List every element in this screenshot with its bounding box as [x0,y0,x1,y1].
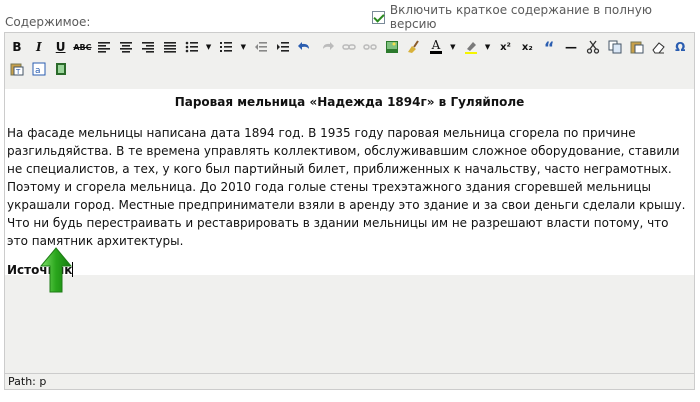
copy-icon [608,40,622,54]
undo-icon [297,42,309,50]
paste-text-button[interactable]: T [7,59,27,79]
strikethrough-button[interactable]: ABC [73,37,93,57]
subscript-button[interactable]: x₂ [517,37,537,57]
remove-format-button[interactable] [648,37,668,57]
film-icon [56,63,66,75]
eraser-icon [652,42,666,54]
italic-button[interactable]: I [29,37,49,57]
indent-icon [277,42,290,52]
scissors-icon [586,40,600,54]
align-center-icon [120,42,133,53]
paste-text-icon: T [10,63,24,76]
paste-word-icon: a [32,62,46,76]
copy-button[interactable] [605,37,625,57]
editor-content-area[interactable]: Паровая мельница «Надежда 1894г» в Гуляй… [5,89,694,277]
align-left-button[interactable] [94,37,114,57]
broom-icon [408,40,419,53]
blockquote-button[interactable]: “ [539,37,559,57]
chevron-down-icon: ▼ [484,43,491,51]
svg-text:T: T [15,68,21,76]
highlight-dropdown[interactable]: ▼ [483,37,493,57]
paste-word-button[interactable]: a [29,59,49,79]
rich-text-editor: B I U ABC ▼ ▼ A ▼ ▼ x² x₂ “ — Ω T a Паро… [4,32,695,390]
paste-icon [630,41,644,54]
editor-toolbar: B I U ABC ▼ ▼ A ▼ ▼ x² x₂ “ — Ω T a [5,33,694,89]
paste-button[interactable] [627,37,647,57]
numbered-list-button[interactable] [217,37,237,57]
document-title: Паровая мельница «Надежда 1894г» в Гуляй… [174,95,525,109]
bullet-list-dropdown[interactable]: ▼ [204,37,214,57]
undo-button[interactable] [295,37,315,57]
image-icon [386,41,399,53]
unlink-icon [363,44,378,50]
horizontal-rule-button[interactable]: — [561,37,581,57]
chevron-down-icon: ▼ [205,43,212,51]
font-color-swatch [429,51,442,54]
align-center-button[interactable] [116,37,136,57]
svg-text:a: a [35,66,41,76]
include-summary-label: Включить краткое содержание в полную вер… [389,3,652,31]
chevron-down-icon: ▼ [450,43,456,51]
redo-icon [322,42,334,50]
indent-button[interactable] [273,37,293,57]
document-body: На фасаде мельницы написана дата 1894 го… [7,126,686,248]
editor-status-path: Path: p [5,373,694,389]
bullet-list-icon [185,41,198,53]
unlink-button[interactable] [361,37,381,57]
numbered-list-icon [220,42,233,52]
font-color-dropdown[interactable]: ▼ [448,37,458,57]
chevron-down-icon: ▼ [240,43,247,51]
special-char-button[interactable]: Ω [670,37,690,57]
source-line: Источник [7,262,692,277]
align-justify-button[interactable] [160,37,180,57]
include-summary-checkbox[interactable] [372,10,385,24]
link-button[interactable] [339,37,359,57]
cut-button[interactable] [583,37,603,57]
toolbar-row-2: T a [7,58,692,80]
font-color-button[interactable]: A [426,37,446,57]
link-icon [341,44,356,50]
media-button[interactable] [51,59,71,79]
numbered-list-dropdown[interactable]: ▼ [238,37,248,57]
align-left-icon [98,42,111,53]
underline-button[interactable]: U [51,37,71,57]
align-justify-icon [163,42,176,53]
toolbar-row-1: B I U ABC ▼ ▼ A ▼ ▼ x² x₂ “ — Ω [7,36,692,58]
include-summary-option[interactable]: Включить краткое содержание в полную вер… [372,3,700,31]
arrow-up-icon [39,246,73,298]
image-button[interactable] [382,37,402,57]
bullet-list-button[interactable] [182,37,202,57]
content-field-label: Содержимое: [5,15,91,29]
redo-button[interactable] [317,37,337,57]
outdent-button[interactable] [251,37,271,57]
bold-button[interactable]: B [7,37,27,57]
superscript-button[interactable]: x² [496,37,516,57]
highlighter-icon [464,42,477,54]
align-right-button[interactable] [138,37,158,57]
cleanup-button[interactable] [404,37,424,57]
highlight-button[interactable] [461,37,481,57]
align-right-icon [141,42,154,53]
outdent-icon [255,42,268,52]
